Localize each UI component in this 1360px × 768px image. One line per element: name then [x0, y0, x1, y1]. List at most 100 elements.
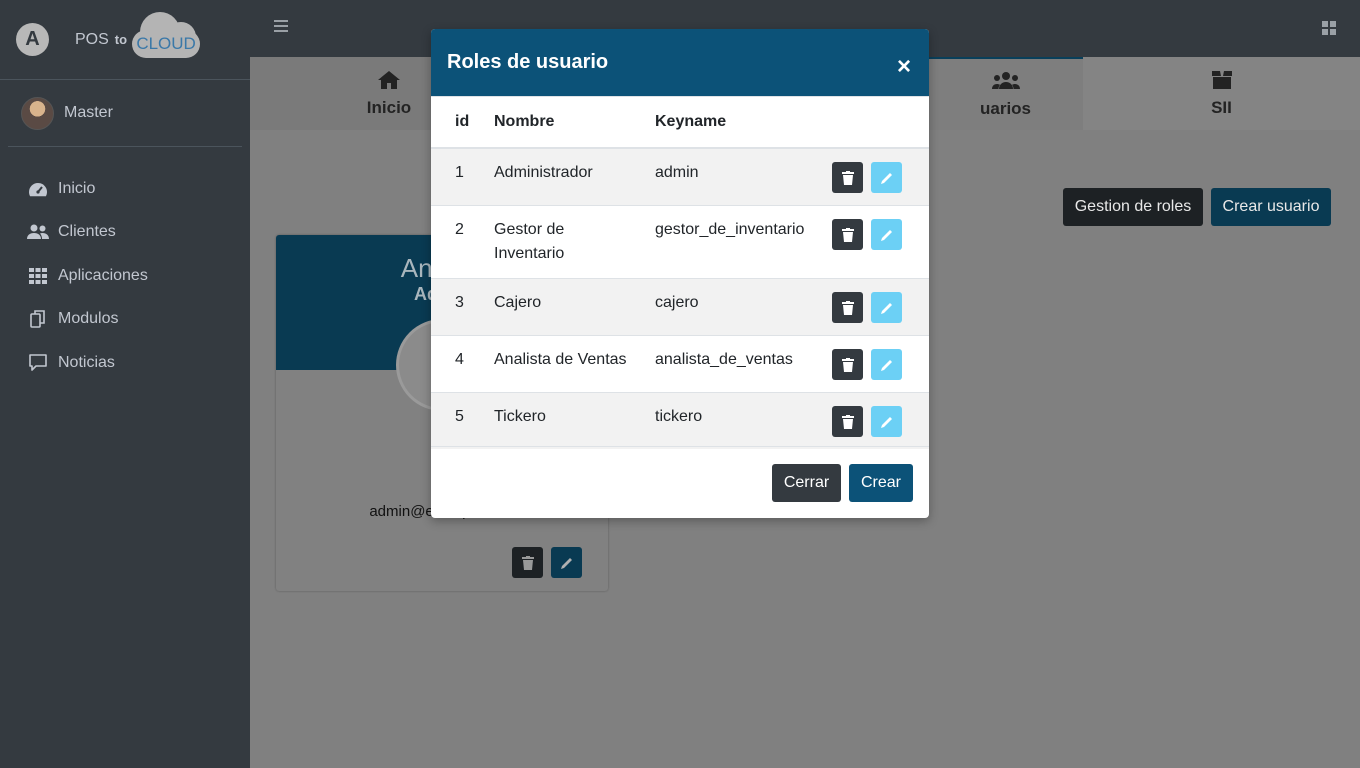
modal-footer: Cerrar Crear	[431, 446, 929, 518]
delete-role-button[interactable]	[832, 349, 864, 380]
row-actions	[816, 147, 929, 206]
cloud-logo: CLOUD	[132, 11, 201, 58]
table-row: 2 Gestor de Inventario gestor_de_inventa…	[431, 205, 929, 279]
role-name: Tickero	[482, 392, 643, 449]
user-card-actions	[512, 547, 582, 578]
table-row: 4 Analista de Ventas analista_de_ventas	[431, 335, 929, 393]
sidebar-item-modulos[interactable]: Modulos	[0, 298, 250, 342]
sidebar-item-noticias[interactable]: Noticias	[0, 341, 250, 385]
role-id: 1	[431, 147, 482, 206]
column-header-nombre: Nombre	[482, 97, 643, 149]
role-id: 4	[431, 335, 482, 393]
edit-role-button[interactable]	[871, 292, 903, 323]
tab-usuarios[interactable]: uarios	[928, 57, 1083, 130]
grid-icon	[27, 267, 49, 285]
role-name: Analista de Ventas	[482, 335, 643, 393]
role-keyname: tickero	[643, 392, 817, 449]
home-icon	[377, 70, 401, 96]
sidebar-item-label: Modulos	[58, 310, 119, 328]
box-icon	[1211, 70, 1233, 96]
sidebar-item-inicio[interactable]: Inicio	[0, 167, 250, 211]
column-header-actions	[816, 97, 929, 149]
delete-role-button[interactable]	[832, 219, 864, 250]
pencil-icon	[880, 229, 892, 241]
role-id: 3	[431, 278, 482, 336]
tab-label: uarios	[979, 98, 1032, 118]
create-user-button[interactable]: Crear usuario	[1211, 188, 1331, 226]
pencil-icon	[560, 557, 572, 569]
role-keyname: admin	[643, 147, 817, 206]
column-header-keyname: Keyname	[643, 97, 817, 149]
user-panel[interactable]: Master	[8, 80, 242, 147]
apps-grid-icon[interactable]	[1322, 21, 1336, 35]
sidebar: A POS to CLOUD Master Inicio Clientes Ap…	[0, 0, 250, 768]
modal-header: Roles de usuario ×	[431, 29, 929, 97]
create-role-button[interactable]: Crear	[849, 463, 913, 502]
role-id: 5	[431, 392, 482, 449]
sidebar-item-label: Aplicaciones	[58, 266, 148, 284]
edit-role-button[interactable]	[871, 219, 903, 250]
edit-role-button[interactable]	[871, 162, 903, 193]
pencil-icon	[880, 416, 892, 428]
role-name: Administrador	[482, 147, 643, 206]
role-keyname: analista_de_ventas	[643, 335, 817, 393]
comment-icon	[27, 353, 49, 372]
edit-user-button[interactable]	[551, 547, 582, 578]
sidebar-nav: Inicio Clientes Aplicaciones Modulos Not…	[0, 167, 250, 385]
tachometer-icon	[27, 180, 49, 198]
sidebar-item-label: Inicio	[58, 179, 96, 197]
roles-modal: Roles de usuario × id Nombre Keyname 1 A…	[431, 29, 929, 518]
row-actions	[816, 278, 929, 336]
trash-icon	[841, 170, 854, 185]
role-keyname: cajero	[643, 278, 817, 336]
pencil-icon	[880, 359, 892, 371]
table-row: 5 Tickero tickero	[431, 392, 929, 449]
hamburger-menu-icon[interactable]	[274, 20, 288, 34]
sidebar-item-clientes[interactable]: Clientes	[0, 211, 250, 255]
brand-link[interactable]: A POS to CLOUD	[0, 0, 250, 80]
table-row: 3 Cajero cajero	[431, 278, 929, 336]
row-actions	[816, 392, 929, 449]
role-keyname: gestor_de_inventario	[643, 205, 817, 279]
copy-icon	[27, 310, 49, 329]
tab-inicio[interactable]: Inicio	[350, 57, 428, 130]
avatar	[21, 96, 54, 130]
trash-icon	[841, 300, 854, 315]
sidebar-item-label: Clientes	[58, 223, 116, 241]
tab-label: Inicio	[366, 97, 412, 117]
delete-role-button[interactable]	[832, 292, 864, 323]
edit-role-button[interactable]	[871, 349, 903, 380]
delete-role-button[interactable]	[832, 162, 864, 193]
role-management-button[interactable]: Gestion de roles	[1063, 188, 1203, 226]
tab-sii[interactable]: SII	[1083, 57, 1360, 130]
role-name: Cajero	[482, 278, 643, 336]
table-row: 1 Administrador admin	[431, 147, 929, 206]
close-icon[interactable]: ×	[897, 53, 911, 81]
trash-icon	[841, 357, 854, 372]
column-header-id: id	[431, 97, 482, 149]
modal-title: Roles de usuario	[447, 51, 609, 73]
edit-role-button[interactable]	[871, 406, 903, 437]
trash-icon	[841, 414, 854, 429]
users-icon	[27, 223, 49, 241]
brand-pos: POS	[75, 30, 109, 48]
delete-role-button[interactable]	[832, 406, 864, 437]
pencil-icon	[880, 172, 892, 184]
delete-user-button[interactable]	[512, 547, 543, 578]
user-name: Master	[64, 104, 113, 121]
brand-cloud: CLOUD	[136, 33, 196, 53]
sidebar-item-label: Noticias	[58, 353, 115, 371]
close-button[interactable]: Cerrar	[772, 463, 841, 502]
tab-label: SII	[1211, 97, 1232, 117]
trash-icon	[841, 227, 854, 242]
brand-to: to	[114, 32, 128, 47]
trash-icon	[521, 555, 534, 570]
users-icon	[991, 71, 1020, 97]
role-id: 2	[431, 205, 482, 279]
brand-logo: A	[16, 23, 49, 56]
row-actions	[816, 335, 929, 393]
role-name: Gestor de Inventario	[482, 205, 643, 279]
sidebar-item-aplicaciones[interactable]: Aplicaciones	[0, 254, 250, 298]
pencil-icon	[880, 302, 892, 314]
roles-table: id Nombre Keyname 1 Administrador admin	[431, 97, 929, 449]
